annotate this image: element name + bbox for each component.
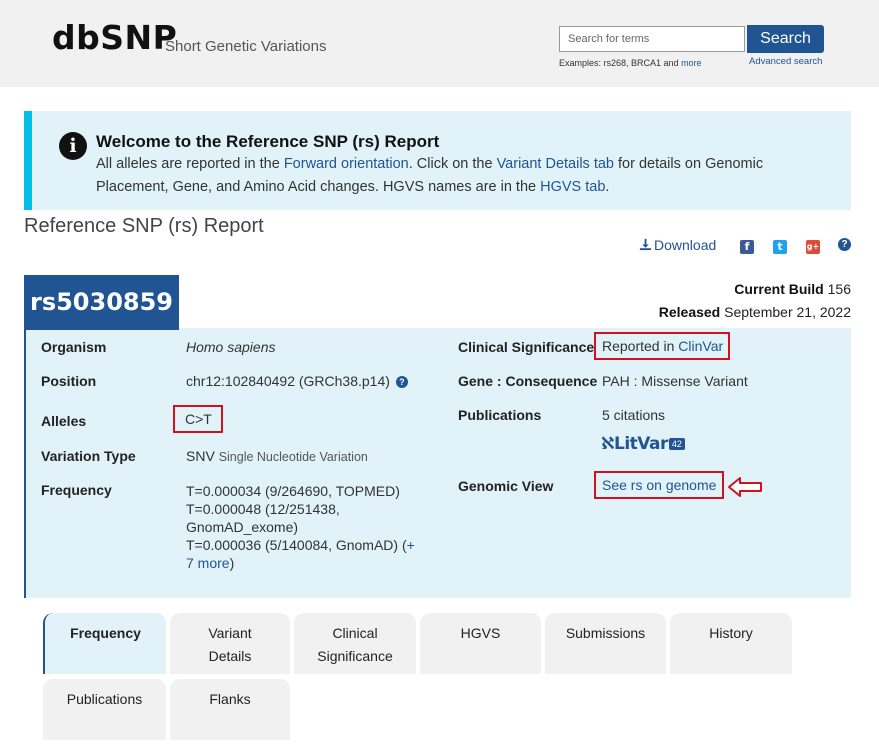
variation-type-label: Variation Type xyxy=(41,448,136,464)
tab-flanks[interactable]: Flanks xyxy=(170,679,290,740)
search-button[interactable]: Search xyxy=(747,25,824,53)
site-header: dbSNP Short Genetic Variations Search Ex… xyxy=(0,0,879,87)
forward-orientation-link[interactable]: Forward orientation xyxy=(284,156,409,172)
litvar-icon: ℵ xyxy=(601,434,615,454)
welcome-banner: i Welcome to the Reference SNP (rs) Repo… xyxy=(24,111,851,210)
download-icon xyxy=(639,238,652,251)
organism-value: Homo sapiens xyxy=(186,339,276,355)
annotation-arrow-icon xyxy=(728,477,762,497)
clinical-significance-value: Reported in ClinVar xyxy=(594,332,731,360)
examples-more-link[interactable]: more xyxy=(681,58,702,68)
frequency-line: T=0.000034 (9/264690, TOPMED) xyxy=(186,483,400,499)
search-input[interactable] xyxy=(559,26,745,52)
summary-panel xyxy=(24,328,851,598)
frequency-line: T=0.000036 (5/140084, GnomAD) xyxy=(186,537,399,553)
tab-clinical-significance[interactable]: Clinical Significance xyxy=(294,613,416,674)
clinvar-link[interactable]: ClinVar xyxy=(678,338,723,354)
gene-consequence-value: PAH : Missense Variant xyxy=(602,373,748,389)
tab-history[interactable]: History xyxy=(670,613,792,674)
publications-label: Publications xyxy=(458,407,542,423)
build-info: Current Build 156 Released September 21,… xyxy=(658,281,851,320)
position-help-icon[interactable]: ? xyxy=(395,376,408,388)
tab-variant-details[interactable]: Variant Details xyxy=(170,613,290,674)
info-icon: i xyxy=(59,132,87,160)
litvar-logo-link[interactable]: ℵLitVar 42 xyxy=(601,434,685,454)
tab-hgvs[interactable]: HGVS xyxy=(420,613,541,674)
clinical-significance-label: Clinical Significance xyxy=(458,339,595,355)
see-rs-on-genome-link[interactable]: See rs on genome xyxy=(602,477,716,493)
frequency-values: T=0.000034 (9/264690, TOPMED) T=0.000048 … xyxy=(186,483,415,571)
tab-frequency[interactable]: Frequency xyxy=(43,613,166,674)
hgvs-tab-link[interactable]: HGVS tab xyxy=(540,179,605,195)
litvar-count-badge: 42 xyxy=(668,438,685,450)
frequency-label: Frequency xyxy=(41,482,112,498)
facebook-icon[interactable]: f xyxy=(740,240,754,254)
tab-publications[interactable]: Publications xyxy=(43,679,166,740)
banner-title: Welcome to the Reference SNP (rs) Report xyxy=(96,132,440,151)
alleles-label: Alleles xyxy=(41,413,87,429)
variant-details-tab-link[interactable]: Variant Details tab xyxy=(497,156,614,172)
advanced-search-link[interactable]: Advanced search xyxy=(749,56,822,67)
current-build-value: 156 xyxy=(827,281,851,297)
site-tagline: Short Genetic Variations xyxy=(165,38,327,55)
twitter-icon[interactable]: t xyxy=(773,240,787,254)
dbsnp-logo[interactable]: dbSNP xyxy=(52,18,177,57)
page-title: Reference SNP (rs) Report xyxy=(24,215,264,237)
google-plus-icon[interactable]: g+ xyxy=(806,240,820,254)
frequency-line: T=0.000048 (12/251438, GnomAD_exome) xyxy=(186,501,340,535)
rsid-title: rs5030859 xyxy=(24,275,179,330)
release-date: September 21, 2022 xyxy=(724,304,851,320)
citations-link[interactable]: 5 citations xyxy=(602,407,665,423)
banner-text: All alleles are reported in the Forward … xyxy=(96,156,764,195)
download-link[interactable]: Download xyxy=(639,237,716,253)
tab-submissions[interactable]: Submissions xyxy=(545,613,666,674)
alleles-value: C>T xyxy=(173,405,223,433)
search-examples: Examples: rs268, BRCA1 and more xyxy=(559,58,702,68)
genomic-view-box: See rs on genome xyxy=(594,471,725,499)
organism-label: Organism xyxy=(41,339,107,355)
gene-consequence-label: Gene : Consequence xyxy=(458,373,598,389)
position-label: Position xyxy=(41,373,97,389)
variation-type-value: SNV Single Nucleotide Variation xyxy=(186,448,368,464)
genomic-view-label: Genomic View xyxy=(458,478,554,494)
help-icon[interactable]: ? xyxy=(838,238,851,251)
position-value: chr12:102840492 (GRCh38.p14) ? xyxy=(186,373,408,389)
